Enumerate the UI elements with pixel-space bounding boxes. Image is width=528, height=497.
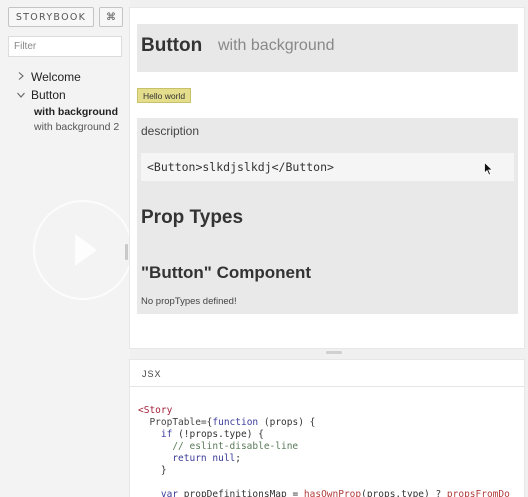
play-overlay — [33, 200, 133, 300]
sidebar-item-button[interactable]: Button — [31, 88, 66, 102]
sidebar-item-welcome[interactable]: Welcome — [31, 70, 81, 84]
addon-panel: JSX <Story PropTable={function (props) {… — [130, 360, 524, 497]
code-token: <Story — [138, 405, 173, 416]
chevron-right-icon[interactable] — [17, 72, 25, 80]
jsx-code-block: <Story PropTable={function (props) { if … — [138, 405, 510, 497]
code-token: ; — [235, 453, 242, 464]
code-token: (props.type) ? — [361, 489, 447, 497]
story-header: Button with background — [137, 24, 518, 72]
code-token: var — [160, 489, 179, 497]
code-token: return — [172, 453, 207, 464]
story-preview: Button with background Hello world descr… — [130, 8, 524, 348]
sidebar: STORYBOOK ⌘ Welcome Button with backgrou… — [0, 0, 133, 497]
code-token: // eslint-disable-line — [172, 441, 299, 452]
tab-jsx[interactable]: JSX — [142, 369, 162, 379]
code-token: (!props.type) { — [172, 429, 264, 440]
component-heading: "Button" Component — [141, 263, 312, 282]
no-prop-types-text: No propTypes defined! — [141, 296, 237, 307]
usage-code: <Button>slkdjslkdj</Button> — [141, 153, 514, 181]
description-label: description — [141, 124, 200, 138]
filter-input[interactable] — [8, 36, 122, 57]
panel-split-handle[interactable] — [326, 351, 342, 354]
info-panel: description <Button>slkdjslkdj</Button> … — [137, 118, 518, 314]
sidebar-resize-handle[interactable] — [125, 244, 128, 260]
code-token: } — [160, 465, 167, 476]
hello-world-button[interactable]: Hello world — [137, 88, 192, 103]
component-title: Button — [141, 35, 203, 56]
shortcuts-button[interactable]: ⌘ — [99, 7, 123, 27]
code-token: (props) { — [258, 417, 316, 428]
mouse-cursor-icon — [484, 162, 494, 176]
code-token: propsFromDo — [446, 489, 510, 497]
code-token: function — [212, 417, 259, 428]
storybook-brand-button[interactable]: STORYBOOK — [8, 7, 94, 27]
code-token: PropTable= — [149, 417, 207, 428]
code-token: propDefinitionsMap = — [178, 489, 304, 497]
code-token: null — [212, 453, 236, 464]
code-token: hasOwnProp — [303, 489, 362, 497]
chevron-down-icon[interactable] — [17, 91, 25, 99]
addon-tab-bar: JSX — [130, 360, 524, 387]
story-subtitle: with background — [218, 37, 335, 54]
sidebar-story-with-background[interactable]: with background — [34, 106, 118, 118]
prop-types-heading: Prop Types — [141, 207, 244, 228]
code-token: if — [160, 429, 173, 440]
play-icon — [75, 234, 97, 266]
sidebar-story-with-background-2[interactable]: with background 2 — [34, 121, 119, 133]
